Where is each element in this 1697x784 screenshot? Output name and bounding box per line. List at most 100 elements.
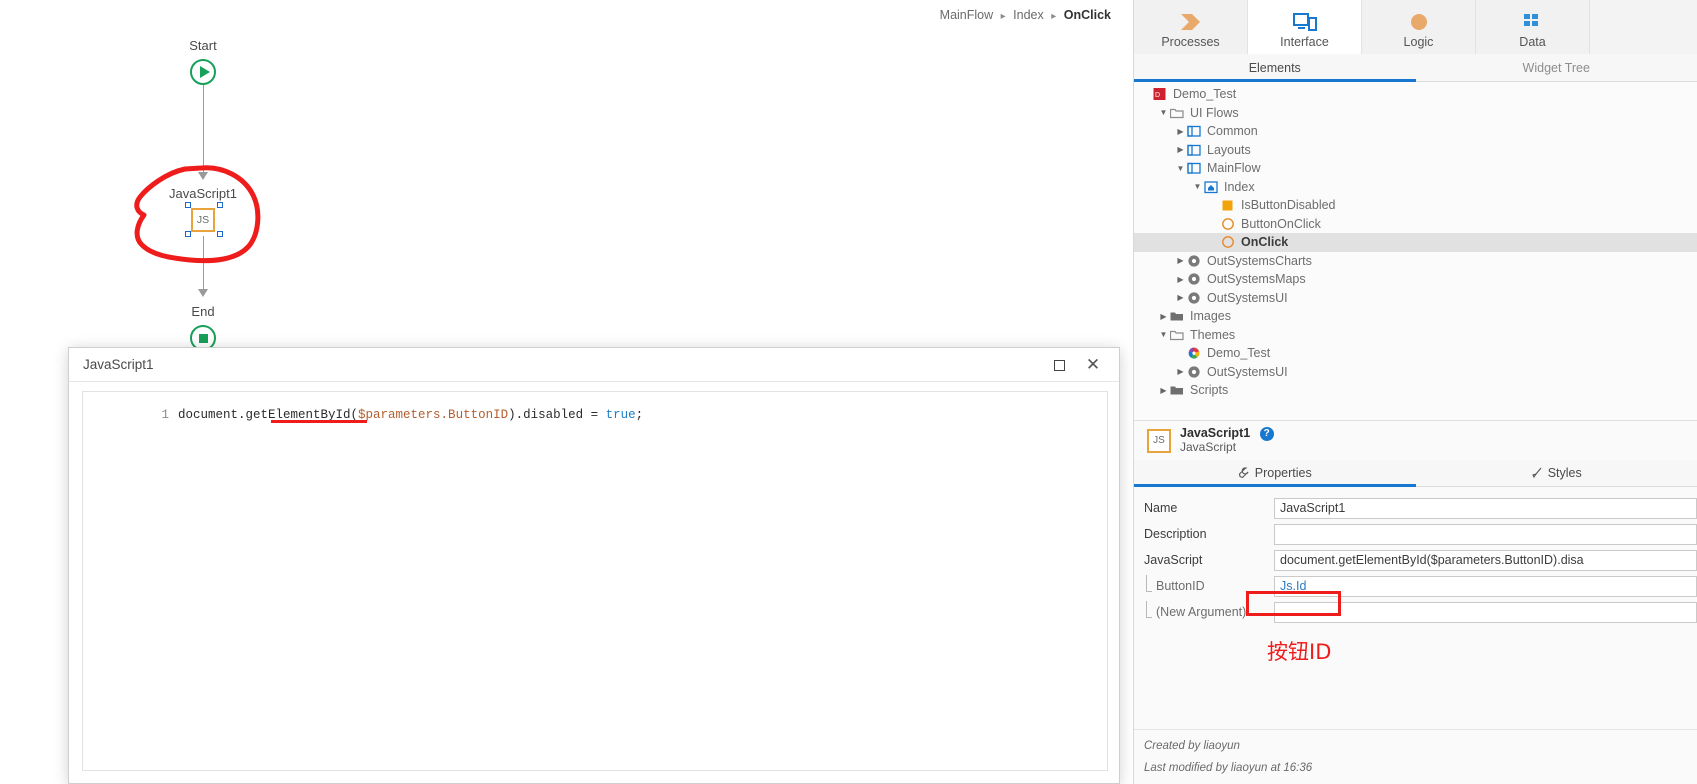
close-button[interactable]: ✕: [1081, 354, 1105, 376]
tab-widget-tree-label: Widget Tree: [1522, 60, 1590, 75]
selection-handle[interactable]: [217, 202, 223, 208]
selection-handle[interactable]: [217, 231, 223, 237]
tree-item-label: OutSystemsUI: [1207, 364, 1288, 379]
tab-styles[interactable]: Styles: [1416, 460, 1697, 486]
sub-tab-bar: Elements Widget Tree: [1134, 54, 1697, 82]
tree-item-index[interactable]: ▼ Index: [1134, 178, 1697, 197]
property-row: ButtonID Js.Id: [1134, 573, 1697, 599]
tab-processes-label: Processes: [1161, 35, 1220, 49]
breadcrumb-separator-icon: ▸: [1051, 11, 1057, 22]
action-circle-icon: [1221, 235, 1238, 249]
tree-item-label: ButtonOnClick: [1241, 216, 1321, 231]
twisty-open-icon[interactable]: ▼: [1157, 108, 1170, 117]
breadcrumb-item-onclick[interactable]: OnClick: [1064, 8, 1111, 22]
dependency-icon: [1187, 291, 1204, 305]
twisty-open-icon[interactable]: ▼: [1191, 182, 1204, 191]
tab-processes[interactable]: Processes: [1134, 0, 1248, 54]
play-triangle-icon: [200, 66, 210, 78]
property-row: Description: [1134, 521, 1697, 547]
breadcrumb-item-mainflow[interactable]: MainFlow: [940, 8, 994, 22]
tree-item-label: Index: [1224, 179, 1255, 194]
module-tab-bar: Processes Interface Logic Data: [1134, 0, 1697, 54]
tab-data[interactable]: Data: [1476, 0, 1590, 54]
element-tree[interactable]: D Demo_Test ▼ UI Flows ▶ Common ▶ Layouts ▼ MainF…: [1134, 82, 1697, 420]
maximize-button[interactable]: [1047, 354, 1071, 376]
tree-item-scripts[interactable]: ▶ Scripts: [1134, 381, 1697, 400]
dialog-titlebar[interactable]: JavaScript1 ✕: [69, 348, 1119, 382]
tab-logic[interactable]: Logic: [1362, 0, 1476, 54]
property-label: ButtonID: [1134, 575, 1274, 593]
tree-item-demo-test[interactable]: D Demo_Test: [1134, 85, 1697, 104]
tree-item-outsystemscharts[interactable]: ▶ OutSystemsCharts: [1134, 252, 1697, 271]
property-field-description[interactable]: [1274, 523, 1697, 545]
twisty-closed-icon[interactable]: ▶: [1174, 127, 1187, 136]
twisty-closed-icon[interactable]: ▶: [1157, 386, 1170, 395]
tab-properties[interactable]: Properties: [1134, 460, 1416, 487]
code-token-plain: ).disabled =: [508, 408, 606, 422]
tree-item-mainflow[interactable]: ▼ MainFlow: [1134, 159, 1697, 178]
tree-item-layouts[interactable]: ▶ Layouts: [1134, 141, 1697, 160]
property-field-name[interactable]: JavaScript1: [1274, 497, 1697, 519]
tree-item-outsystemsui[interactable]: ▶ OutSystemsUI: [1134, 289, 1697, 308]
element-header: JS JavaScript1 ? JavaScript: [1134, 420, 1697, 460]
element-name: JavaScript1: [1180, 426, 1251, 441]
help-icon[interactable]: ?: [1259, 426, 1274, 441]
tree-item-isbuttondisabled[interactable]: IsButtonDisabled: [1134, 196, 1697, 215]
dependency-icon: [1187, 272, 1204, 286]
element-type: JavaScript: [1180, 439, 1237, 454]
tab-elements-label: Elements: [1248, 60, 1301, 75]
property-row: Name JavaScript1: [1134, 495, 1697, 521]
twisty-closed-icon[interactable]: ▶: [1174, 145, 1187, 154]
folder-icon: [1170, 328, 1187, 342]
start-node-label: Start: [189, 38, 217, 53]
tree-item-demo-test[interactable]: Demo_Test: [1134, 344, 1697, 363]
twisty-closed-icon[interactable]: ▶: [1174, 256, 1187, 265]
tree-item-outsystemsmaps[interactable]: ▶ OutSystemsMaps: [1134, 270, 1697, 289]
selection-handle[interactable]: [185, 231, 191, 237]
tree-item-common[interactable]: ▶ Common: [1134, 122, 1697, 141]
tree-item-ui-flows[interactable]: ▼ UI Flows: [1134, 104, 1697, 123]
twisty-closed-icon[interactable]: ▶: [1157, 312, 1170, 321]
property-label: JavaScript: [1144, 553, 1203, 567]
twisty-open-icon[interactable]: ▼: [1174, 164, 1187, 173]
selection-handle[interactable]: [185, 202, 191, 208]
tab-widget-tree[interactable]: Widget Tree: [1416, 54, 1697, 81]
twisty-closed-icon[interactable]: ▶: [1174, 367, 1187, 376]
tree-item-label: MainFlow: [1207, 161, 1261, 176]
code-editor[interactable]: 1 document.getElementById($parameters.But…: [82, 391, 1108, 771]
tab-properties-label: Properties: [1254, 466, 1312, 480]
tree-item-onclick[interactable]: OnClick: [1134, 233, 1697, 252]
play-circle-icon[interactable]: [190, 59, 216, 85]
tree-item-themes[interactable]: ▼ Themes: [1134, 326, 1697, 345]
flow-icon: [1187, 124, 1204, 138]
tab-interface[interactable]: Interface: [1248, 0, 1362, 54]
code-line-1[interactable]: 1 document.getElementById($parameters.But…: [83, 392, 1107, 422]
theme-icon: [1187, 346, 1204, 360]
tab-elements[interactable]: Elements: [1134, 54, 1416, 82]
tree-item-outsystemsui[interactable]: ▶ OutSystemsUI: [1134, 363, 1697, 382]
twisty-closed-icon[interactable]: ▶: [1174, 293, 1187, 302]
tab-styles-label: Styles: [1547, 466, 1582, 480]
tree-item-label: OutSystemsCharts: [1207, 253, 1312, 268]
action-circle-icon: [1221, 217, 1238, 231]
twisty-closed-icon[interactable]: ▶: [1174, 275, 1187, 284]
arrow-head-icon: [198, 289, 208, 297]
tree-item-label: Common: [1207, 124, 1258, 139]
property-field-javascript[interactable]: document.getElementById($parameters.Butt…: [1274, 549, 1697, 571]
js-node-icon[interactable]: JS: [191, 208, 215, 232]
twisty-open-icon[interactable]: ▼: [1157, 330, 1170, 339]
line-number: 1: [161, 408, 170, 422]
breadcrumb-separator-icon: ▸: [1000, 11, 1006, 22]
tree-item-label: OnClick: [1241, 235, 1289, 250]
javascript-editor-dialog[interactable]: JavaScript1 ✕ 1 document.getElementById($…: [68, 347, 1120, 784]
created-by-text: Created by liaoyun: [1144, 740, 1240, 752]
tree-item-buttononclick[interactable]: ButtonOnClick: [1134, 215, 1697, 234]
property-field--new-argument-[interactable]: [1274, 601, 1697, 623]
tree-item-label: Themes: [1190, 327, 1236, 342]
tree-item-images[interactable]: ▶ Images: [1134, 307, 1697, 326]
property-field-buttonid[interactable]: Js.Id: [1274, 575, 1697, 597]
breadcrumb-item-index[interactable]: Index: [1013, 8, 1044, 22]
code-token-plain: ;: [635, 408, 644, 422]
dialog-title: JavaScript1: [83, 357, 154, 372]
flow-icon: [1187, 143, 1204, 157]
